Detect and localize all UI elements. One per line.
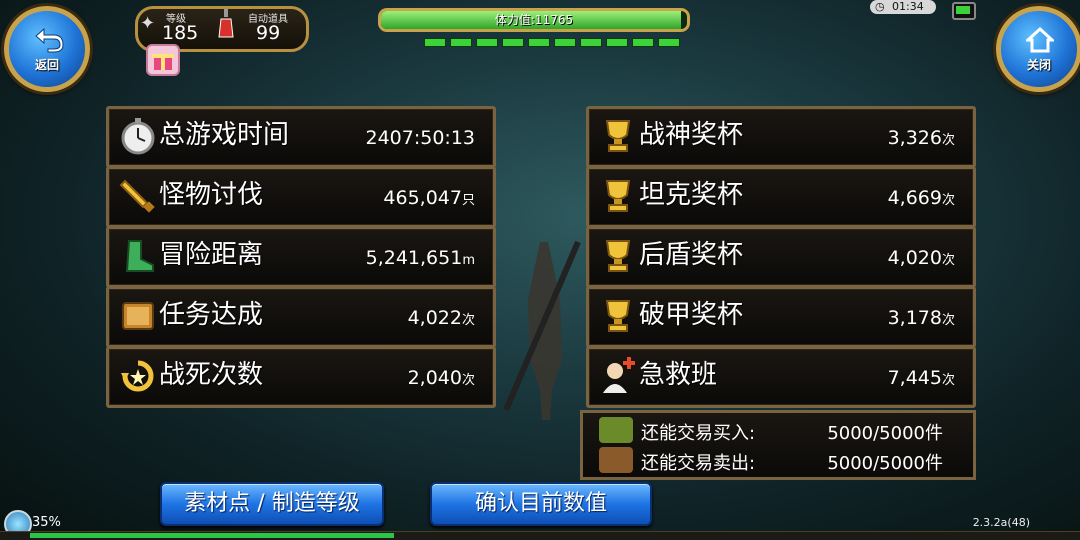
level-icon: ✦ <box>140 13 156 34</box>
stat-row-armor-break-trophy: 破甲奖杯 3,178次 <box>586 286 976 348</box>
trophy-icon <box>599 177 637 215</box>
stat-label: 怪物讨伐 <box>159 180 264 210</box>
gift-icon[interactable] <box>146 44 180 76</box>
trophy-icon <box>599 297 637 335</box>
trade-limit-panel: 还能交易买入: 5000/5000件 还能交易卖出: 5000/5000件 <box>580 410 976 480</box>
stat-row-war-god-trophy: 战神奖杯 3,326次 <box>586 106 976 168</box>
stat-label: 总游戏时间 <box>159 120 290 150</box>
stat-value: 2407:50:13 <box>365 127 475 149</box>
stat-row-distance: 冒险距离 5,241,651m <box>106 226 496 288</box>
materials-craft-level-button[interactable]: 素材点 / 制造等级 <box>160 482 384 526</box>
loading-progress-fill <box>30 533 394 538</box>
stat-value: 465,047只 <box>383 187 475 209</box>
return-arrow-icon <box>35 27 64 53</box>
stat-value: 4,669次 <box>887 187 955 209</box>
auto-item-value: 99 <box>256 22 281 44</box>
trade-buy-label: 还能交易买入: <box>641 423 756 444</box>
stat-label: 破甲奖杯 <box>639 300 744 330</box>
loading-percent: 35% <box>32 515 61 530</box>
home-icon <box>1026 27 1054 53</box>
stat-value: 7,445次 <box>887 367 955 389</box>
stat-label: 后盾奖杯 <box>639 240 744 270</box>
stamina-bar: 体力值:11765 <box>378 8 690 32</box>
stat-row-backup-trophy: 后盾奖杯 4,020次 <box>586 226 976 288</box>
stat-row-first-aid: 急救班 7,445次 <box>586 346 976 408</box>
trophy-icon <box>599 117 637 155</box>
stamina-text: 体力值:11765 <box>494 13 574 27</box>
clock-box: ◷ 01:34 <box>870 0 936 14</box>
stat-row-quests: 任务达成 4,022次 <box>106 286 496 348</box>
trade-sell-value: 5000/5000件 <box>827 453 943 474</box>
stat-label: 战神奖杯 <box>639 120 744 150</box>
revive-icon <box>119 357 157 395</box>
stat-label: 战死次数 <box>159 360 264 390</box>
stat-value: 4,022次 <box>407 307 475 329</box>
clock-text: 01:34 <box>892 0 924 13</box>
stopwatch-icon <box>119 117 157 155</box>
confirm-values-button[interactable]: 确认目前数值 <box>430 482 652 526</box>
stat-label: 冒险距离 <box>159 240 264 270</box>
stat-value: 4,020次 <box>887 247 955 269</box>
stat-label: 任务达成 <box>159 300 264 330</box>
sell-trade-icon <box>599 447 633 473</box>
close-button[interactable]: 关闭 <box>996 6 1080 92</box>
boot-icon <box>119 237 157 275</box>
level-value: 185 <box>162 22 199 44</box>
clock-icon: ◷ <box>875 0 885 13</box>
stat-label: 急救班 <box>639 360 718 390</box>
trade-buy-value: 5000/5000件 <box>827 423 943 444</box>
trophy-icon <box>599 237 637 275</box>
stat-value: 5,241,651m <box>365 247 475 269</box>
loading-progress-bar <box>0 531 1080 540</box>
book-icon <box>119 297 157 335</box>
medic-icon <box>599 357 637 395</box>
stat-value: 2,040次 <box>407 367 475 389</box>
potion-icon <box>218 9 234 39</box>
sword-icon <box>119 177 157 215</box>
buy-trade-icon <box>599 417 633 443</box>
stat-row-tank-trophy: 坦克奖杯 4,669次 <box>586 166 976 228</box>
stamina-segments <box>424 38 680 47</box>
trade-sell-label: 还能交易卖出: <box>641 453 756 474</box>
back-button[interactable]: 返回 <box>4 6 90 92</box>
version-text: 2.3.2a(48) <box>972 516 1030 529</box>
stat-value: 3,326次 <box>887 127 955 149</box>
stat-label: 坦克奖杯 <box>639 180 744 210</box>
player-character <box>500 240 584 424</box>
stat-value: 3,178次 <box>887 307 955 329</box>
close-label: 关闭 <box>1026 58 1051 72</box>
stat-row-monsters: 怪物讨伐 465,047只 <box>106 166 496 228</box>
battery-icon <box>952 2 976 20</box>
back-label: 返回 <box>34 58 59 72</box>
stat-row-deaths: 战死次数 2,040次 <box>106 346 496 408</box>
stat-row-playtime: 总游戏时间 2407:50:13 <box>106 106 496 168</box>
